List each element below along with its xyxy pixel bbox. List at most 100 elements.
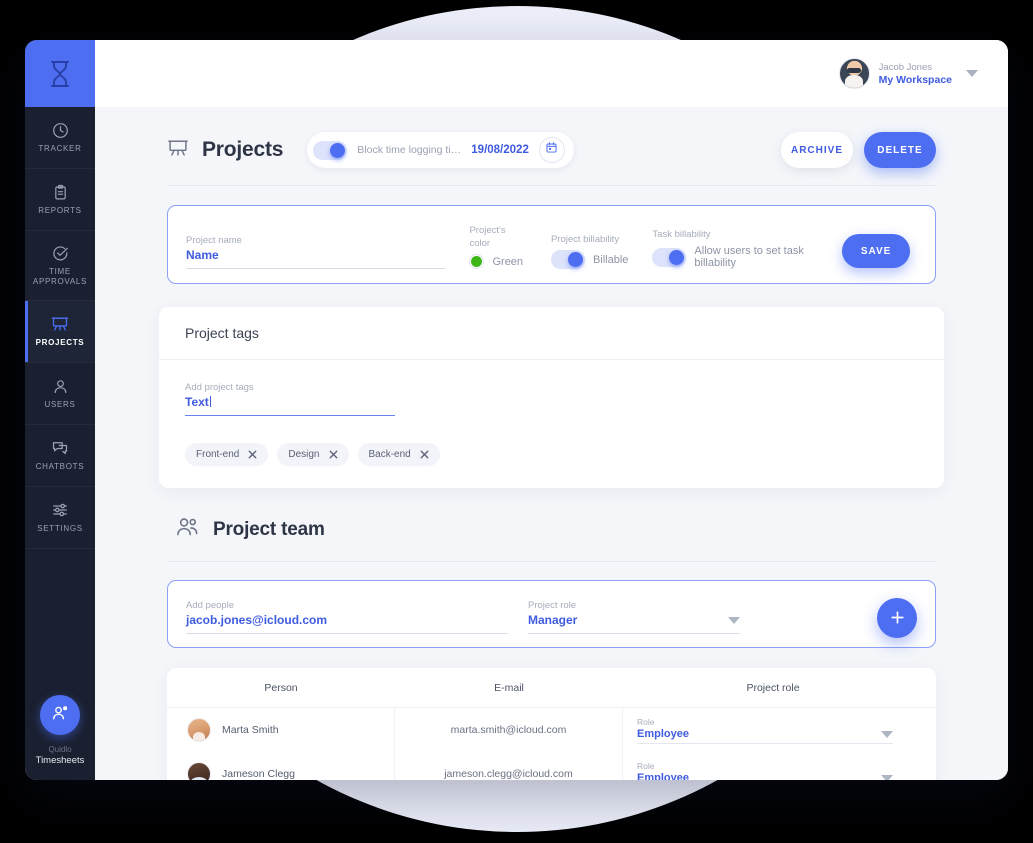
sidebar-item-users[interactable]: USERS	[25, 363, 95, 425]
user-workspace-chip[interactable]: Jacob Jones My Workspace	[838, 58, 952, 89]
sidebar-item-chatbots[interactable]: CHATBOTS	[25, 425, 95, 487]
delete-button[interactable]: DELETE	[864, 132, 936, 168]
column-header-project-role: Project role	[746, 681, 800, 694]
add-people-field[interactable]: Add people jacob.jones@icloud.com	[186, 599, 508, 634]
tag-chip: Design	[277, 443, 349, 466]
main-area: Jacob Jones My Workspace Projects Block …	[95, 40, 1008, 780]
cell-email: jameson.clegg@icloud.com	[395, 752, 623, 780]
hourglass-icon	[47, 59, 73, 89]
block-time-date[interactable]: 19/08/2022	[471, 144, 529, 156]
project-color-field[interactable]: Project's color Green	[469, 224, 526, 269]
project-billability-field: Project billability Billable	[550, 233, 629, 269]
cell-role[interactable]: Role Employee	[623, 708, 923, 752]
topbar: Jacob Jones My Workspace	[95, 40, 1008, 107]
table-row: Marta Smith marta.smith@icloud.com Role …	[167, 708, 936, 752]
user-icon	[52, 378, 69, 395]
project-billability-toggle[interactable]	[550, 250, 585, 269]
color-swatch-icon	[469, 254, 485, 269]
sidebar-item-label: TRACKER	[38, 143, 82, 153]
project-settings-form: Project name Name Project's color Green …	[167, 205, 936, 284]
person-name: Marta Smith	[222, 724, 279, 736]
plus-icon	[890, 608, 905, 629]
block-time-toggle[interactable]	[313, 140, 348, 160]
block-time-label: Block time logging til...	[357, 144, 462, 156]
sidebar-item-reports[interactable]: REPORTS	[25, 169, 95, 231]
tag-chip: Back-end	[357, 443, 440, 466]
sidebar-item-tracker[interactable]: TRACKER	[25, 107, 95, 169]
chat-bubbles-icon	[51, 439, 69, 457]
close-icon[interactable]	[248, 450, 257, 459]
chevron-down-icon[interactable]	[728, 617, 740, 624]
sidebar-item-settings[interactable]: SETTINGS	[25, 487, 95, 549]
add-project-tags-label: Add project tags	[185, 382, 254, 393]
cell-role[interactable]: Role Employee	[623, 752, 923, 780]
archive-button[interactable]: ARCHIVE	[781, 132, 853, 168]
add-project-tags-field[interactable]: Add project tags Text	[185, 381, 395, 416]
project-tags-body: Add project tags Text Front-end Design B…	[159, 360, 944, 488]
sidebar-item-label: REPORTS	[38, 205, 82, 215]
toggle-knob	[330, 142, 346, 158]
people-icon	[175, 515, 200, 545]
task-billability-label: Task billability	[652, 229, 711, 240]
block-time-logging-control: Block time logging til... 19/08/2022	[307, 132, 574, 168]
page-header-actions: ARCHIVE DELETE	[781, 132, 936, 168]
user-name: Jacob Jones	[878, 61, 932, 73]
sidebar-item-label: PROJECTS	[35, 338, 85, 347]
cell-email: marta.smith@icloud.com	[395, 708, 623, 752]
page-header: Projects Block time logging til... 19/08…	[167, 107, 936, 186]
text-caret	[209, 396, 211, 407]
project-name-label: Project name	[186, 235, 242, 246]
avatar	[838, 58, 870, 89]
avatar	[187, 718, 211, 742]
close-icon[interactable]	[420, 450, 429, 459]
sidebar-item-projects[interactable]: PROJECTS	[25, 301, 95, 363]
sidebar-item-label: USERS	[44, 399, 76, 409]
add-people-label: Add people	[186, 600, 235, 611]
role-label: Role	[637, 761, 655, 771]
sliders-icon	[51, 501, 69, 519]
tag-chip: Front-end	[185, 443, 269, 466]
projector-icon	[167, 137, 189, 164]
tag-list: Front-end Design Back-end	[185, 443, 918, 466]
app-window: TRACKER REPORTS TIME APPROVALS PROJECTS …	[25, 40, 1008, 780]
check-circle-icon	[52, 245, 69, 262]
clock-icon	[52, 122, 69, 139]
column-header-email: E-mail	[494, 681, 524, 694]
sidebar-logo[interactable]	[25, 40, 95, 107]
project-team-header: Project team	[167, 488, 936, 562]
person-name: Jameson Clegg	[222, 768, 295, 780]
projector-icon	[51, 315, 69, 333]
chevron-down-icon[interactable]	[881, 774, 893, 780]
save-button[interactable]: SAVE	[842, 234, 910, 268]
chevron-down-icon[interactable]	[881, 730, 893, 738]
add-user-icon	[51, 704, 69, 727]
task-billability-field: Task billability Allow users to set task…	[652, 228, 842, 269]
toggle-knob	[669, 249, 685, 265]
project-team-title: Project team	[213, 519, 325, 540]
cell-person: Jameson Clegg	[167, 752, 395, 780]
project-role-label: Project role	[528, 600, 577, 611]
sidebar-item-time-approvals[interactable]: TIME APPROVALS	[25, 231, 95, 301]
cell-person: Marta Smith	[167, 708, 395, 752]
add-people-value: jacob.jones@icloud.com	[186, 613, 328, 627]
sidebar-item-label: SETTINGS	[37, 524, 83, 533]
project-name-field[interactable]: Project name Name	[186, 234, 446, 269]
toggle-knob	[567, 252, 583, 267]
tag-label: Front-end	[196, 449, 240, 460]
task-billability-toggle[interactable]	[652, 247, 687, 267]
brand-name: Quidlo Timesheets	[36, 744, 85, 766]
project-billability-value: Billable	[592, 253, 629, 266]
content-scroll-area: Projects Block time logging til... 19/08…	[95, 107, 1008, 780]
close-icon[interactable]	[329, 450, 338, 459]
brand-line-2: Timesheets	[35, 755, 85, 766]
calendar-button[interactable]	[538, 137, 565, 163]
workspace-name: My Workspace	[878, 73, 952, 86]
project-role-select[interactable]: Project role Manager	[528, 599, 740, 634]
sidebar: TRACKER REPORTS TIME APPROVALS PROJECTS …	[25, 40, 95, 780]
chevron-down-icon[interactable]	[966, 70, 978, 77]
add-people-form: Add people jacob.jones@icloud.com Projec…	[167, 580, 936, 648]
add-person-button[interactable]	[877, 598, 917, 638]
role-value: Employee	[637, 772, 689, 780]
add-user-fab[interactable]	[40, 695, 80, 735]
task-billability-value: Allow users to set task billability	[694, 245, 804, 269]
